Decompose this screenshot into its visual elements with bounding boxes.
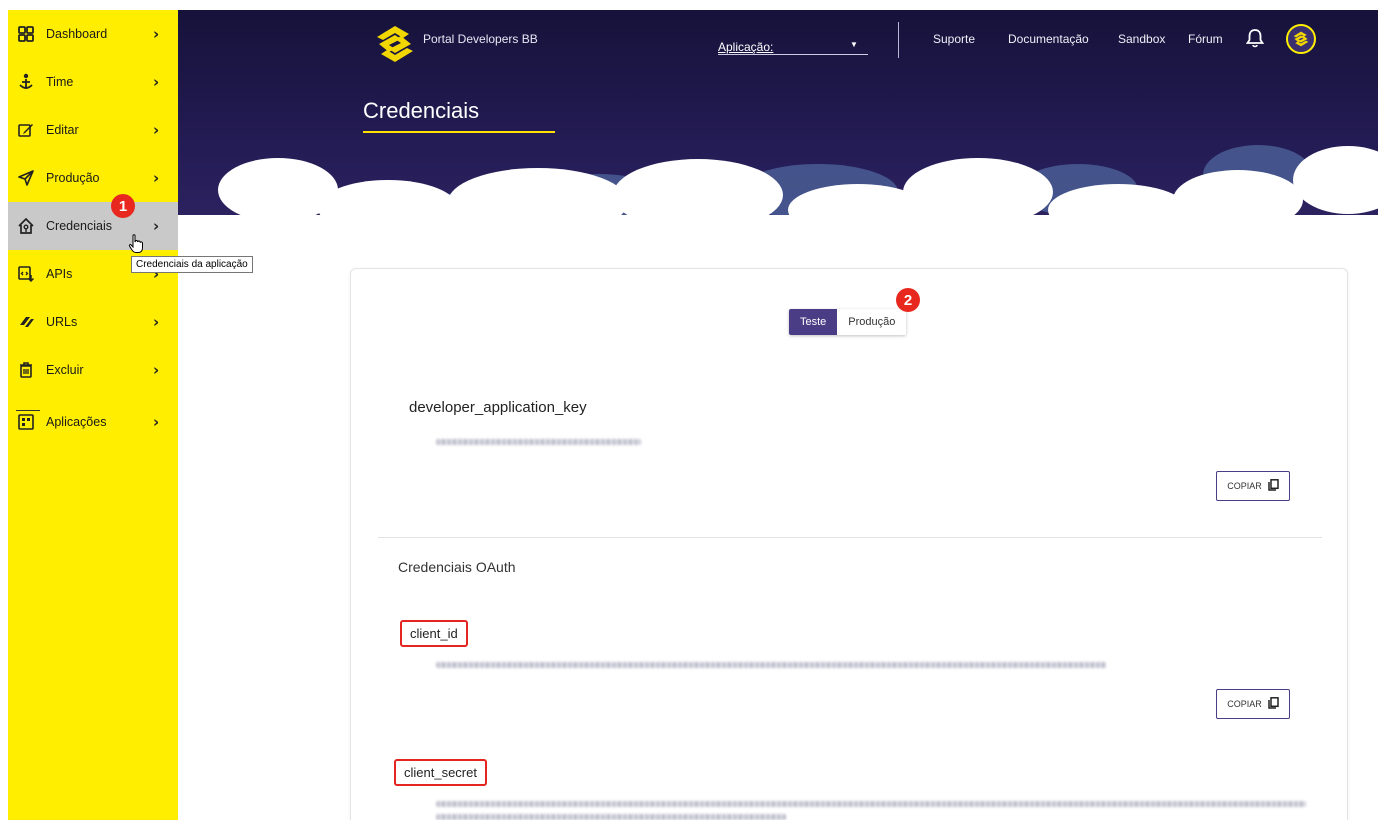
client-id-label: client_id bbox=[400, 620, 468, 647]
header-separator bbox=[898, 22, 899, 58]
caret-down-icon[interactable]: ▼ bbox=[850, 40, 858, 49]
sidebar-item-label: Excluir bbox=[46, 363, 84, 377]
sidebar-item-label: URLs bbox=[46, 315, 78, 329]
client-secret-label: client_secret bbox=[394, 759, 487, 786]
nav-forum[interactable]: Fórum bbox=[1188, 32, 1223, 46]
chevron-right-icon: › bbox=[153, 121, 160, 139]
sidebar-item-excluir[interactable]: Excluir › bbox=[8, 346, 178, 394]
nav-documentacao[interactable]: Documentação bbox=[1008, 32, 1089, 46]
sidebar-item-urls[interactable]: URLs › bbox=[8, 298, 178, 346]
chevron-right-icon: › bbox=[153, 361, 160, 379]
clouds-decoration bbox=[178, 145, 1378, 240]
trash-icon bbox=[16, 360, 36, 380]
sidebar-item-label: Aplicações bbox=[46, 415, 107, 429]
oauth-section-title: Credenciais OAuth bbox=[398, 559, 516, 575]
application-select[interactable]: Aplicação: bbox=[718, 40, 773, 54]
chevron-right-icon: › bbox=[153, 313, 160, 331]
tooltip: Credenciais da aplicação bbox=[131, 256, 253, 273]
home-key-icon bbox=[16, 216, 36, 236]
sidebar-item-aplicacoes[interactable]: Aplicações › bbox=[8, 398, 178, 446]
sidebar-item-label: Dashboard bbox=[46, 27, 108, 41]
page-title: Credenciais bbox=[363, 98, 480, 123]
chevron-right-icon: › bbox=[153, 217, 160, 235]
sidebar-item-label: Editar bbox=[46, 123, 79, 137]
api-icon bbox=[16, 264, 36, 284]
copy-icon bbox=[1268, 697, 1279, 711]
bb-logo-icon bbox=[373, 24, 417, 69]
copy-button-label: COPIAR bbox=[1227, 481, 1262, 491]
header: Portal Developers BB Aplicação: ▼ Suport… bbox=[178, 10, 1378, 240]
chevron-right-icon: › bbox=[153, 25, 160, 43]
app-frame: Dashboard › Time › Editar › Produção › C… bbox=[8, 10, 1378, 820]
send-icon bbox=[16, 168, 36, 188]
chevron-right-icon: › bbox=[153, 413, 160, 431]
client-id-value bbox=[436, 662, 1106, 668]
section-divider bbox=[378, 537, 1322, 538]
step-badge-2: 2 bbox=[896, 288, 920, 312]
portal-title: Portal Developers BB bbox=[423, 32, 538, 46]
dashboard-icon bbox=[16, 24, 36, 44]
sidebar-item-label: Credenciais bbox=[46, 219, 113, 233]
team-anchor-icon bbox=[16, 72, 36, 92]
sidebar-item-label: APIs bbox=[46, 267, 73, 281]
link-icon bbox=[16, 312, 36, 332]
nav-suporte[interactable]: Suporte bbox=[933, 32, 975, 46]
client-secret-value-line-2 bbox=[436, 814, 786, 820]
sidebar-item-label: Time bbox=[46, 75, 74, 89]
developer-application-key-label: developer_application_key bbox=[409, 399, 587, 416]
chevron-right-icon: › bbox=[153, 73, 160, 91]
step-badge-1: 1 bbox=[111, 194, 135, 218]
sidebar: Dashboard › Time › Editar › Produção › C… bbox=[8, 10, 178, 820]
copy-icon bbox=[1268, 479, 1279, 493]
sidebar-item-editar[interactable]: Editar › bbox=[8, 106, 178, 154]
copy-client-id-button[interactable]: COPIAR bbox=[1216, 689, 1290, 719]
bell-icon[interactable] bbox=[1245, 28, 1265, 53]
copy-dev-key-button[interactable]: COPIAR bbox=[1216, 471, 1290, 501]
sidebar-item-label: Produção bbox=[46, 171, 100, 185]
edit-icon bbox=[16, 120, 36, 140]
sidebar-item-credenciais[interactable]: Credenciais › bbox=[8, 202, 178, 250]
developer-application-key-value bbox=[436, 439, 641, 445]
credentials-card: Teste Produção developer_application_key… bbox=[350, 268, 1348, 820]
sidebar-item-producao[interactable]: Produção › bbox=[8, 154, 178, 202]
applications-icon bbox=[16, 412, 36, 432]
hand-cursor-icon bbox=[128, 234, 144, 259]
environment-toggle: Teste Produção bbox=[789, 309, 907, 335]
copy-button-label: COPIAR bbox=[1227, 699, 1262, 709]
nav-sandbox[interactable]: Sandbox bbox=[1118, 32, 1165, 46]
toggle-producao[interactable]: Produção bbox=[837, 309, 907, 335]
application-select-underline bbox=[718, 54, 868, 55]
user-avatar[interactable] bbox=[1286, 24, 1316, 54]
sidebar-item-time[interactable]: Time › bbox=[8, 58, 178, 106]
client-secret-value-line-1 bbox=[436, 801, 1306, 807]
sidebar-item-dashboard[interactable]: Dashboard › bbox=[8, 10, 178, 58]
toggle-teste[interactable]: Teste bbox=[789, 309, 838, 335]
chevron-right-icon: › bbox=[153, 169, 160, 187]
